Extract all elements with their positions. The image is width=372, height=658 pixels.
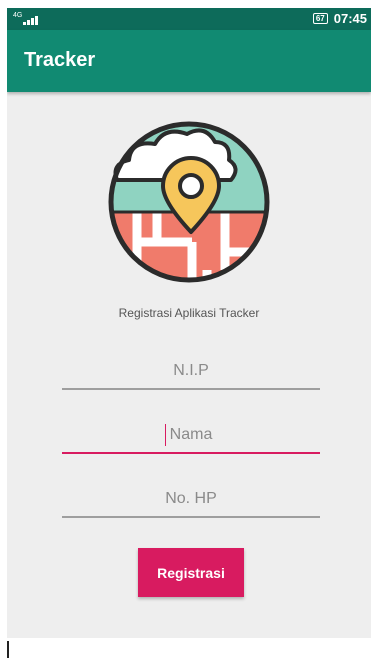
signal-bars-icon bbox=[23, 15, 47, 25]
app-screen: 4G 67 07:45 Tracker Registrasi Aplikasi … bbox=[7, 8, 371, 638]
status-right: 67 07:45 bbox=[312, 11, 367, 26]
nip-field[interactable] bbox=[62, 354, 320, 390]
registrasi-button[interactable]: Registrasi bbox=[138, 548, 244, 597]
nip-input[interactable] bbox=[62, 354, 320, 388]
text-cursor bbox=[165, 424, 166, 446]
nama-field[interactable] bbox=[62, 418, 320, 454]
hp-field[interactable] bbox=[62, 482, 320, 518]
network-type: 4G bbox=[13, 12, 23, 19]
app-bar: Tracker bbox=[7, 30, 371, 92]
registration-caption: Registrasi Aplikasi Tracker bbox=[118, 306, 260, 320]
text-caret bbox=[7, 641, 9, 658]
hp-input[interactable] bbox=[62, 482, 320, 516]
nama-input[interactable] bbox=[62, 418, 320, 452]
status-bar: 4G 67 07:45 bbox=[7, 8, 371, 30]
map-pin-cloud-logo bbox=[108, 121, 270, 283]
app-title: Tracker bbox=[24, 49, 96, 71]
battery-icon: 67 bbox=[312, 13, 328, 24]
clock: 07:45 bbox=[333, 11, 367, 26]
